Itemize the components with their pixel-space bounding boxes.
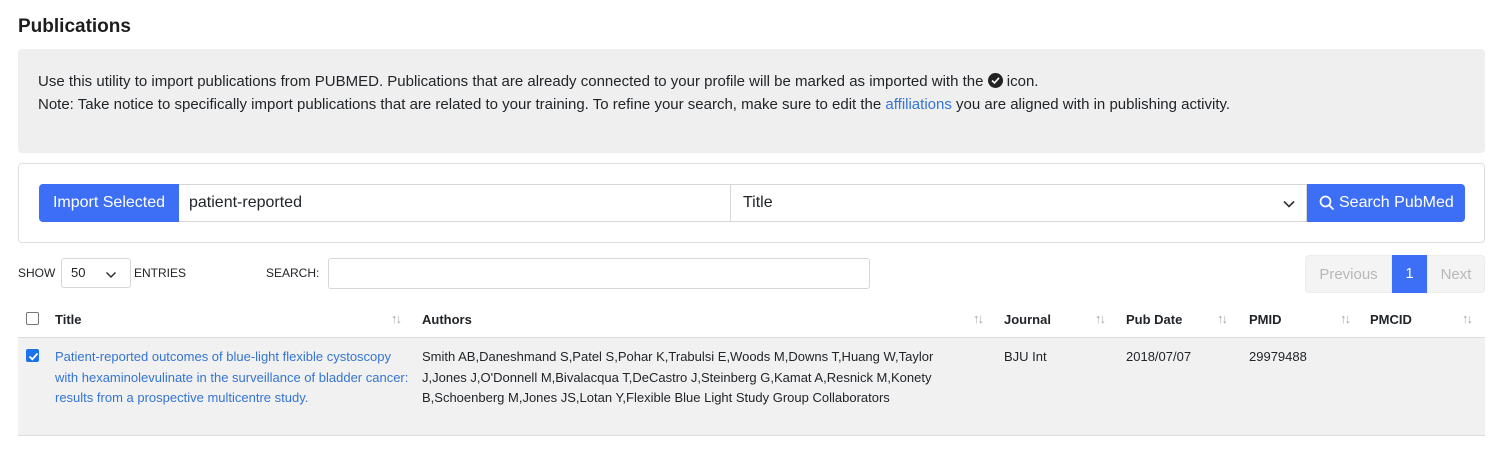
pagination: Previous 1 Next xyxy=(1305,255,1485,293)
info-line-2: Note: Take notice to specifically import… xyxy=(38,93,1465,116)
publications-table: Title ↑↓ Authors ↑↓ Journal ↑↓ Pub Date … xyxy=(18,300,1485,436)
journal-cell: BJU Int xyxy=(1004,349,1047,364)
sort-icon[interactable]: ↑↓ xyxy=(973,311,984,326)
column-pmid[interactable]: PMID xyxy=(1249,312,1282,327)
show-label: SHOW xyxy=(18,266,56,280)
column-pub-date[interactable]: Pub Date xyxy=(1126,312,1182,327)
table-search-input[interactable] xyxy=(328,258,870,289)
search-card: Import Selected patient-reported Title S… xyxy=(18,163,1485,243)
search-pubmed-label: Search PubMed xyxy=(1339,194,1454,211)
info-line-1-end: icon. xyxy=(1006,73,1039,90)
search-pubmed-button[interactable]: Search PubMed xyxy=(1307,184,1465,222)
publication-title-link[interactable]: Patient-reported outcomes of blue-light … xyxy=(55,347,410,409)
info-line-2-end: you are aligned with in publishing activ… xyxy=(956,96,1231,113)
page-length-select[interactable]: 50 xyxy=(61,258,131,288)
sort-icon[interactable]: ↑↓ xyxy=(1095,311,1106,326)
column-pmcid[interactable]: PMCID xyxy=(1370,312,1412,327)
sort-icon[interactable]: ↑↓ xyxy=(391,311,402,326)
column-journal[interactable]: Journal xyxy=(1004,312,1051,327)
row-checkbox[interactable] xyxy=(26,349,39,362)
column-authors[interactable]: Authors xyxy=(422,312,472,327)
page-title: Publications xyxy=(18,16,131,37)
search-field-value: Title xyxy=(743,194,773,211)
entries-label: ENTRIES xyxy=(134,266,187,280)
search-icon xyxy=(1319,195,1335,211)
column-title[interactable]: Title xyxy=(55,312,82,327)
chevron-down-icon xyxy=(1283,200,1295,208)
authors-cell: Smith AB,Daneshmand S,Patel S,Pohar K,Tr… xyxy=(422,349,934,405)
sort-icon[interactable]: ↑↓ xyxy=(1217,311,1228,326)
check-circle-icon xyxy=(987,73,1003,88)
info-box: Use this utility to import publications … xyxy=(18,49,1485,153)
table-search-label: SEARCH: xyxy=(266,266,320,280)
next-page-button[interactable]: Next xyxy=(1427,255,1485,293)
affiliations-link[interactable]: affiliations xyxy=(885,96,951,113)
chevron-down-icon xyxy=(105,271,117,279)
pmid-cell: 29979488 xyxy=(1249,349,1307,364)
search-field-select[interactable]: Title xyxy=(730,184,1307,222)
sort-icon[interactable]: ↑↓ xyxy=(1462,311,1473,326)
import-selected-button[interactable]: Import Selected xyxy=(39,184,179,222)
pubmed-query-input[interactable]: patient-reported xyxy=(179,184,731,222)
table-header: Title ↑↓ Authors ↑↓ Journal ↑↓ Pub Date … xyxy=(18,300,1485,338)
pub-date-cell: 2018/07/07 xyxy=(1126,349,1192,364)
info-line-1-text: Use this utility to import publications … xyxy=(38,73,984,90)
table-row[interactable]: Patient-reported outcomes of blue-light … xyxy=(18,338,1485,436)
info-line-2-text: Note: Take notice to specifically import… xyxy=(38,96,882,113)
info-line-1: Use this utility to import publications … xyxy=(38,70,1465,93)
previous-page-button[interactable]: Previous xyxy=(1305,255,1392,293)
sort-icon[interactable]: ↑↓ xyxy=(1340,311,1351,326)
page-length-value: 50 xyxy=(71,265,86,280)
select-all-checkbox[interactable] xyxy=(26,312,39,325)
page-1-button[interactable]: 1 xyxy=(1392,255,1427,293)
